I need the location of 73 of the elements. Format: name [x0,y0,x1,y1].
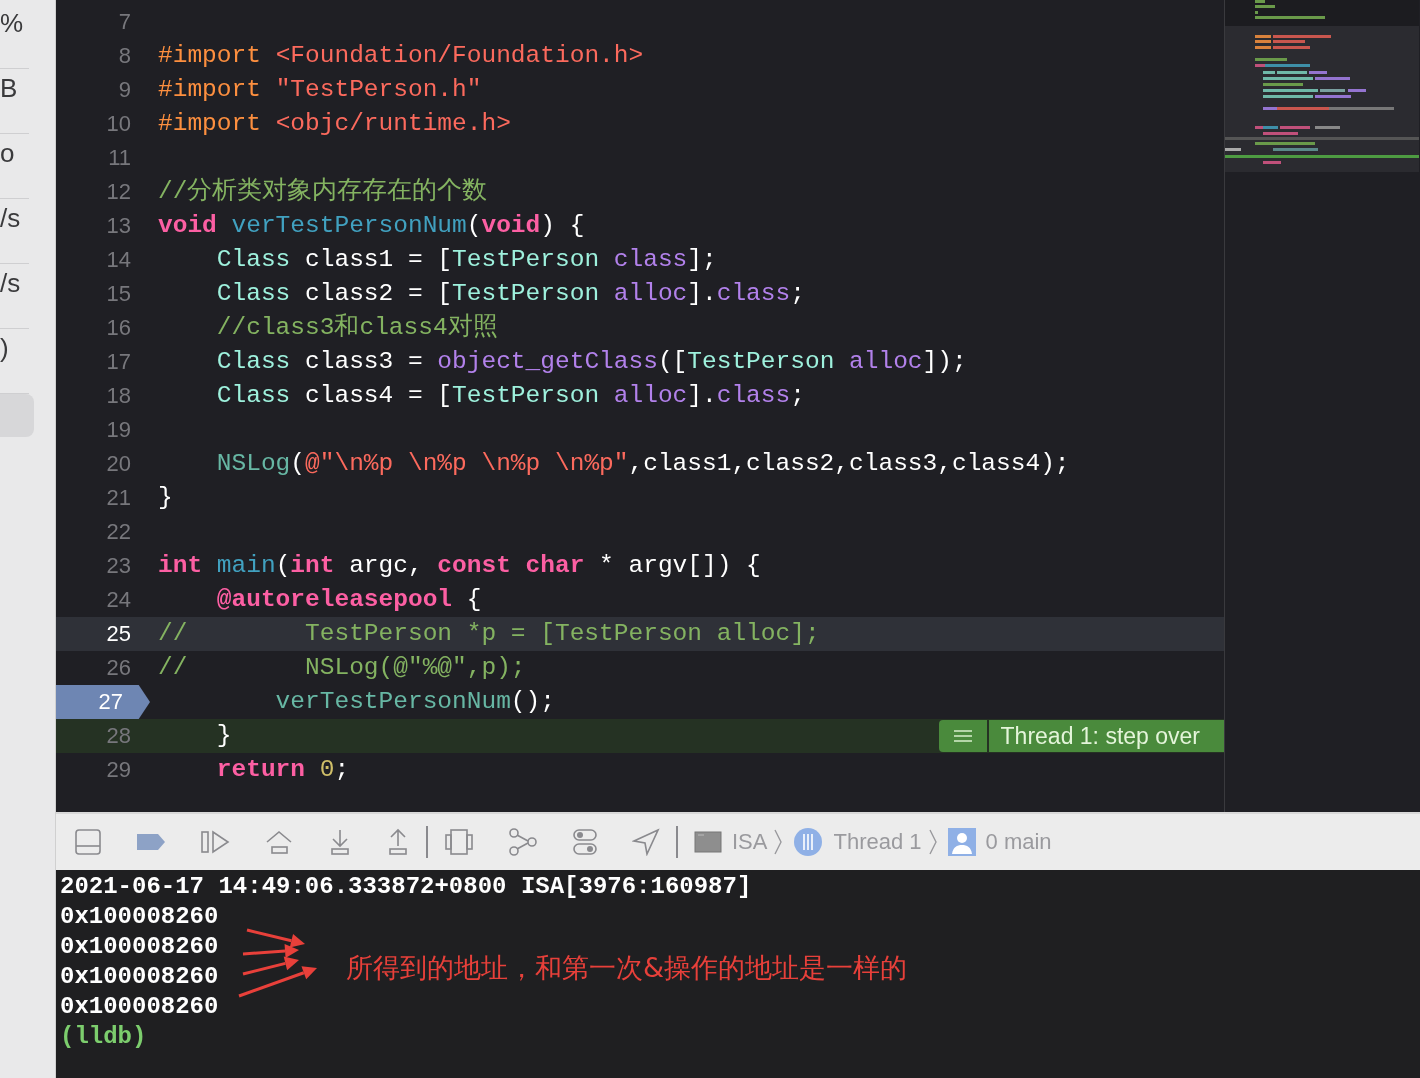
continue-icon[interactable] [200,828,230,856]
line-number: 29 [106,756,132,784]
line-number: 21 [106,484,132,512]
line-number: 15 [106,280,132,308]
step-into-icon[interactable] [328,828,352,856]
sidebar-item[interactable]: o [0,134,29,199]
panel-toggle-icon[interactable] [74,828,102,856]
line-number: 24 [106,586,132,614]
code-line: } [158,483,173,513]
code-line: // TestPerson *p = [TestPerson alloc]; [158,619,820,649]
annotation-arrow [242,944,299,958]
code-line: Class class1 = [TestPerson class]; [215,245,717,275]
annotation-arrow [246,928,305,948]
toggles-icon[interactable] [572,828,598,856]
sidebar-item[interactable]: /s [0,199,29,264]
code-line: #import <objc/runtime.h> [158,109,511,139]
line-number: 19 [106,416,132,444]
line-number: 14 [106,246,132,274]
console-output: 0x100008260 [60,902,219,932]
line-number: 11 [108,144,132,172]
line-number: 10 [106,110,132,138]
line-number: 9 [118,76,132,104]
line-number: 13 [106,212,132,240]
code-line: Class class2 = [TestPerson alloc].class; [215,279,805,309]
view-hierarchy-icon[interactable] [444,828,474,856]
menu-icon[interactable] [938,720,987,752]
line-number: 17 [106,348,132,376]
line-number: 7 [118,8,132,36]
code-line: Class class3 = object_getClass([TestPerson alloc]); [215,347,967,377]
code-line: } [215,721,232,751]
minimap-drawing[interactable] [1225,0,1419,172]
code-line: verTestPersonNum(); [274,687,555,717]
code-line: int main(int argc, const char * argv[]) { [158,551,761,581]
graph-icon[interactable] [508,828,538,856]
thread-icon [793,827,824,857]
line-number: 27 [56,685,150,719]
console-prompt: (lldb) [60,1022,147,1052]
chevron-icon [927,828,938,856]
sidebar-item[interactable]: B [0,69,29,134]
code-line: NSLog(@"\n%p \n%p \n%p \n%p",class1,class2,class3,class4); [215,449,1070,479]
code-line: @autoreleasepool { [215,585,482,615]
line-number: 28 [106,722,132,750]
line-number: 20 [106,450,132,478]
line-number: 18 [106,382,132,410]
code-line: void verTestPersonNum(void) { [158,211,585,241]
chevron-icon [773,828,784,856]
code-line: #import <Foundation/Foundation.h> [158,41,644,71]
sidebar-item[interactable]: /s [0,264,29,329]
line-number: 16 [106,314,132,342]
sidebar-item[interactable]: % [0,4,29,69]
step-over-icon[interactable] [264,828,294,856]
line-number: 22 [106,518,132,546]
console-output: 0x100008260 [60,962,219,992]
code-line: //分析类对象内存存在的个数 [158,176,488,207]
location-icon[interactable] [632,828,660,856]
console-output: 2021-06-17 14:49:06.333872+0800 ISA[3976:160987] [60,872,752,902]
line-number: 8 [118,42,132,70]
line-number: 23 [106,552,132,580]
code-line: // NSLog(@"%@",p); [158,653,526,683]
code-line: Class class4 = [TestPerson alloc].class; [215,381,805,411]
app-icon [694,830,722,854]
line-number: 25 [106,620,132,648]
step-out-icon[interactable] [386,828,410,856]
code-line: return 0; [215,755,350,785]
line-number: 12 [106,178,132,206]
code-line: //class3和class4对照 [215,312,498,343]
console-output: 0x100008260 [60,932,219,962]
annotation-text: 所得到的地址，和第一次&操作的地址是一样的 [346,951,908,985]
line-number: 26 [106,654,132,682]
person-icon [947,828,976,856]
code-line: #import "TestPerson.h" [158,75,482,105]
console-output: 0x100008260 [60,992,219,1022]
thread-status-badge: Thread 1: step over [988,720,1224,752]
